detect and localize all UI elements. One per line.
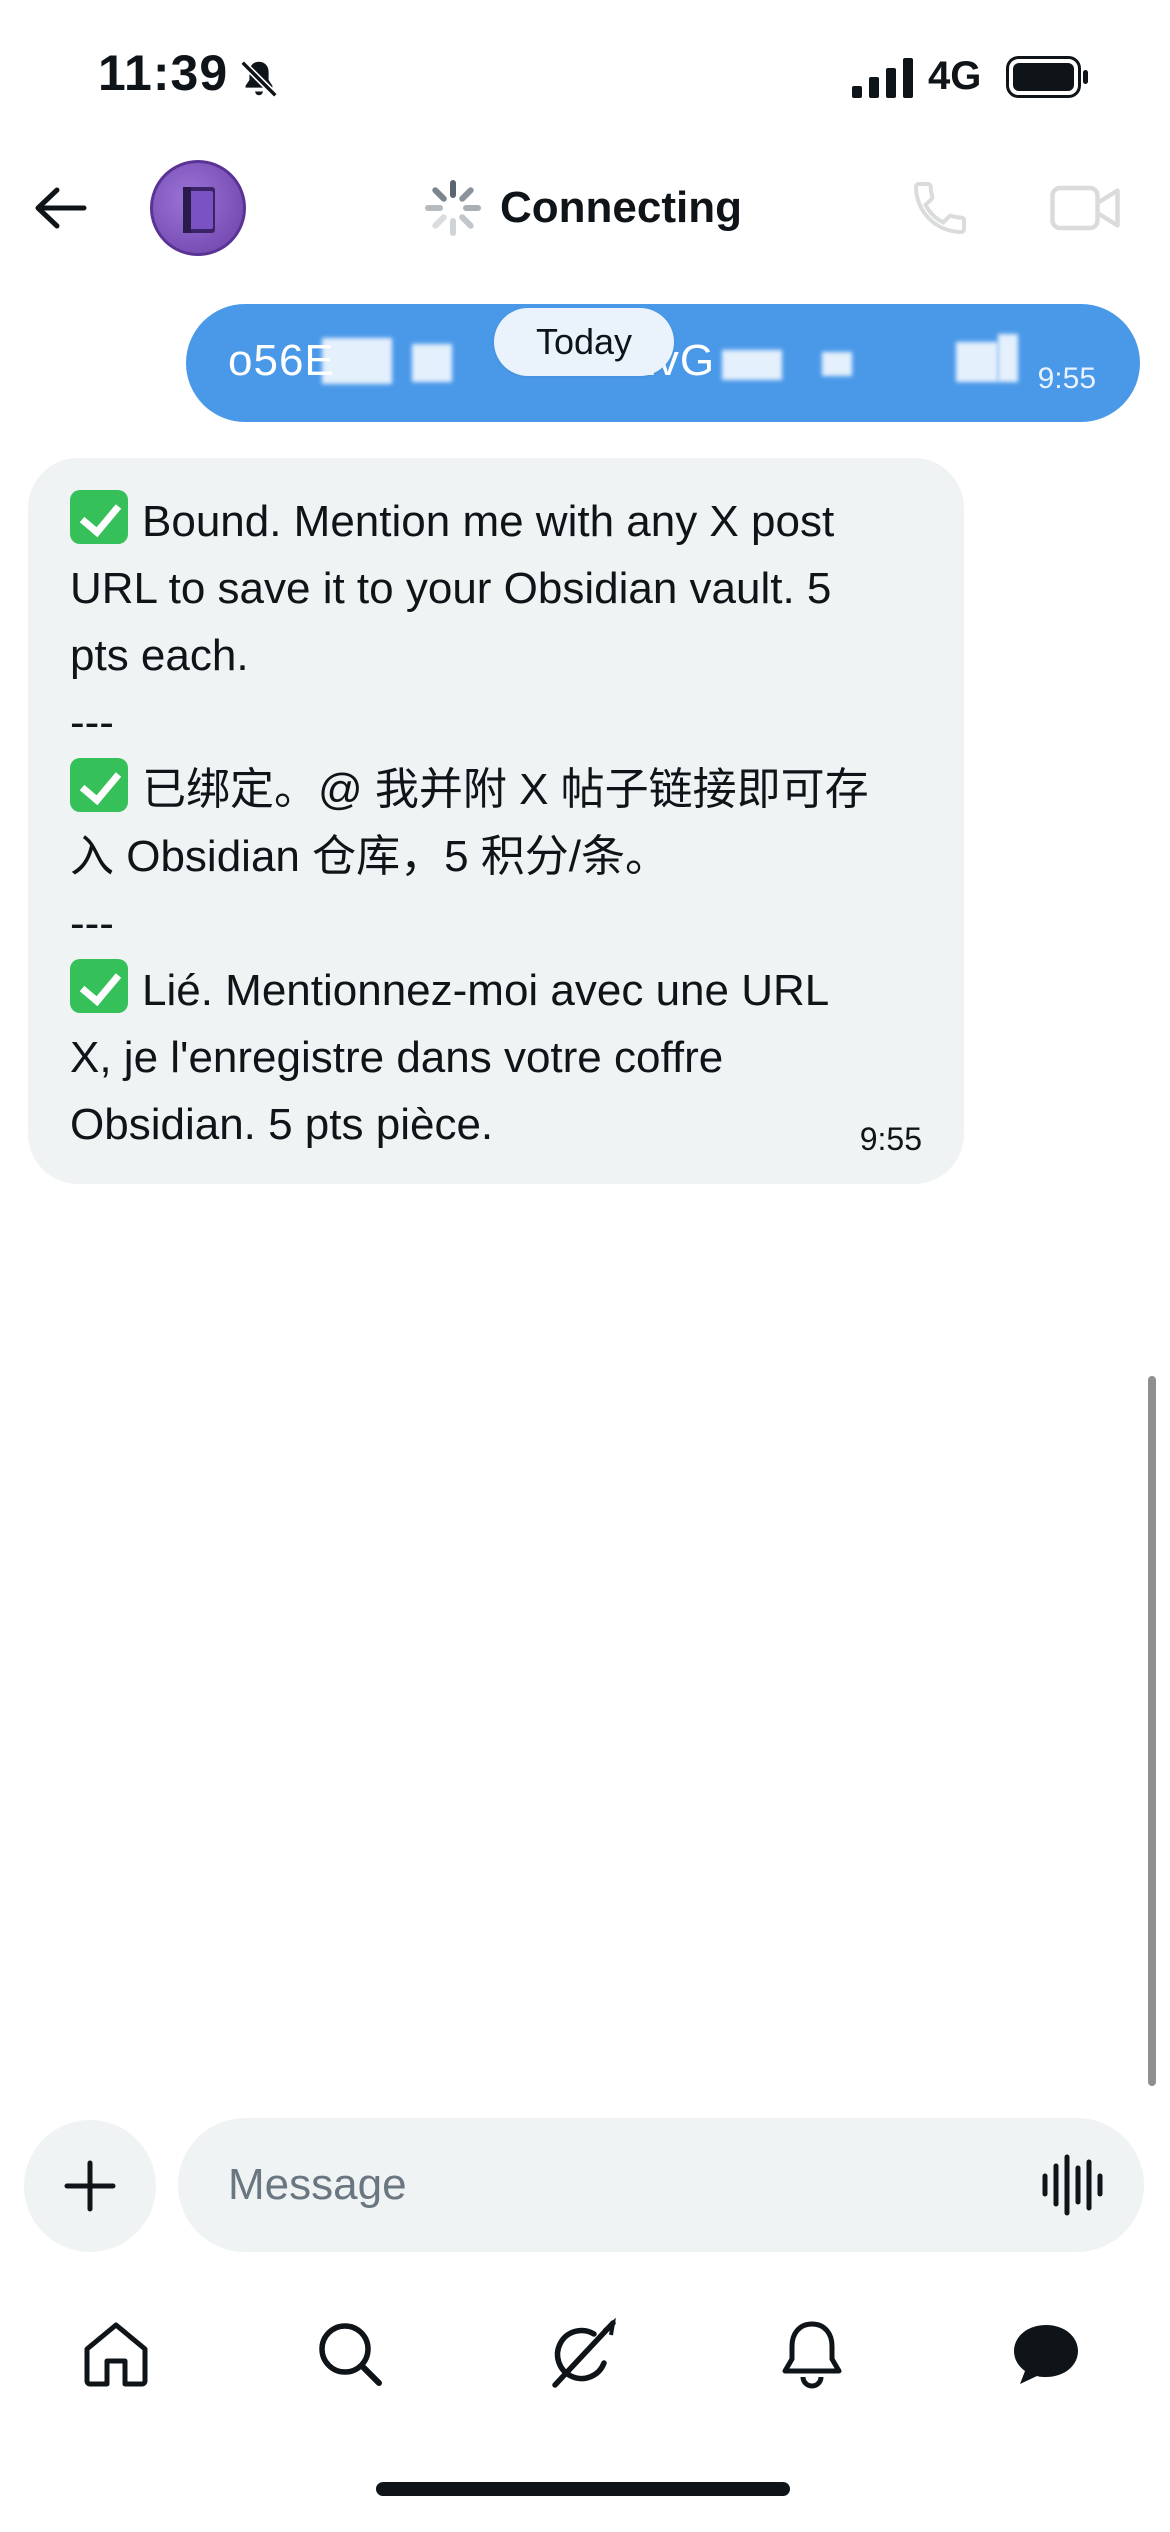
message-line: 已绑定。@ 我并附 X 帖子链接即可存: [70, 756, 950, 823]
message-line: Bound. Mention me with any X post: [70, 488, 950, 555]
header-title: Connecting: [500, 183, 742, 232]
date-separator: Today: [494, 308, 674, 376]
message-line: X, je l'enregistre dans votre coffre: [70, 1033, 724, 1082]
redaction-mask: [822, 352, 852, 376]
tab-messages[interactable]: [1006, 2314, 1086, 2394]
redaction-mask: [412, 344, 452, 382]
voice-wave-icon[interactable]: [1040, 2154, 1104, 2216]
redaction-mask: [722, 350, 782, 380]
redaction-mask: [956, 342, 998, 382]
check-mark-icon: [70, 959, 128, 1013]
status-time: 11:39: [98, 45, 229, 101]
bottom-tab-bar: [0, 2296, 1170, 2406]
scrollbar[interactable]: [1148, 1376, 1156, 2086]
message-input[interactable]: [178, 2118, 1144, 2252]
bell-icon: [782, 2321, 842, 2389]
search-icon: [319, 2323, 382, 2386]
tab-search[interactable]: [310, 2314, 390, 2394]
back-arrow-icon: [35, 187, 87, 229]
signal-icon: [852, 58, 913, 98]
message-separator: ---: [70, 899, 114, 948]
grok-icon: [552, 2317, 616, 2388]
message-line: 入 Obsidian 仓库，5 积分/条。: [70, 832, 670, 881]
redaction-mask: [998, 334, 1018, 382]
avatar[interactable]: [150, 160, 246, 256]
home-icon: [84, 2322, 148, 2387]
video-icon[interactable]: [1050, 178, 1120, 238]
tab-grok[interactable]: [544, 2314, 624, 2394]
battery-icon: [1006, 56, 1088, 98]
redaction-mask: [322, 338, 392, 384]
tab-notifications[interactable]: [772, 2314, 852, 2394]
home-indicator[interactable]: [376, 2482, 790, 2496]
connection-status: Connecting: [424, 178, 742, 238]
message-line: Lié. Mentionnez-moi avec une URL: [70, 957, 950, 1024]
check-mark-icon: [70, 758, 128, 812]
message-line: Obsidian. 5 pts pièce.: [70, 1100, 494, 1149]
message-line: pts each.: [70, 631, 249, 680]
book-icon: [183, 187, 215, 233]
sent-message-time: 9:55: [1037, 362, 1096, 395]
message-separator: ---: [70, 698, 114, 747]
add-attachment-button[interactable]: [24, 2120, 156, 2252]
status-bar: 11:39 4G: [0, 0, 1170, 150]
conversation-header: Connecting: [0, 150, 1170, 280]
plus-icon: [64, 2160, 116, 2212]
messages-icon: [1014, 2325, 1078, 2384]
sent-message-text-head: o56E: [228, 336, 335, 385]
bell-slash-icon: [240, 60, 278, 98]
back-button[interactable]: [28, 176, 92, 240]
network-type: 4G: [928, 54, 982, 98]
received-message-bubble[interactable]: Bound. Mention me with any X post URL to…: [28, 458, 964, 1184]
message-line: URL to save it to your Obsidian vault. 5: [70, 564, 832, 613]
phone-icon[interactable]: [908, 176, 972, 240]
check-mark-icon: [70, 490, 128, 544]
tab-home[interactable]: [76, 2314, 156, 2394]
received-message-text: Bound. Mention me with any X post URL to…: [70, 488, 950, 1158]
received-message-time: 9:55: [859, 1121, 922, 1157]
spinner-icon: [425, 180, 481, 236]
